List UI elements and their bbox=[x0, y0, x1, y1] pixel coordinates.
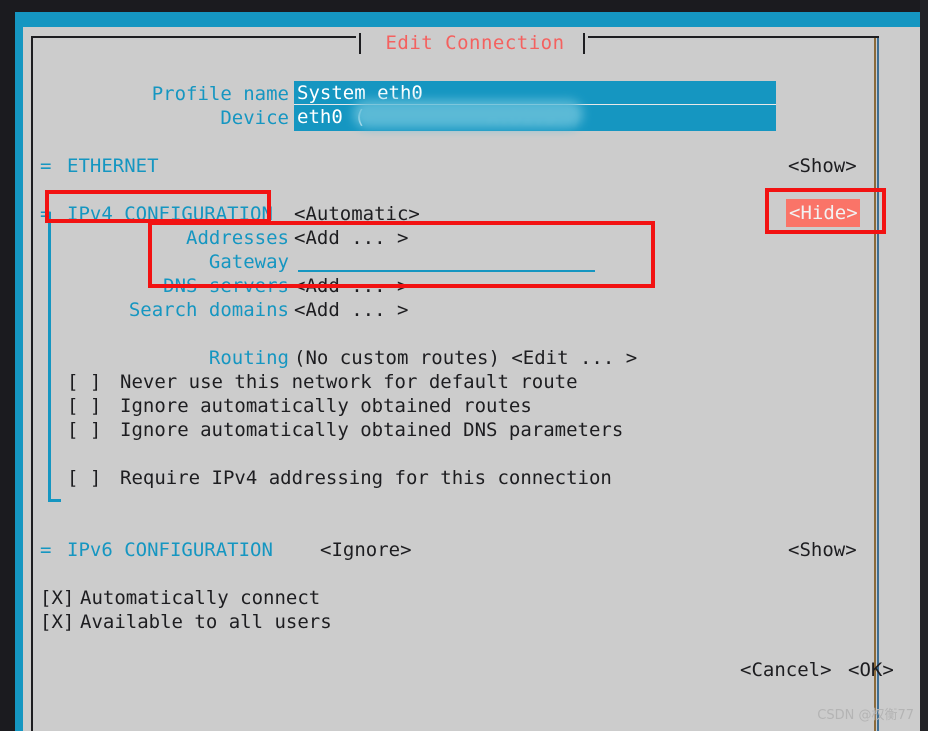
ethernet-show-toggle[interactable]: <Show> bbox=[788, 154, 857, 178]
checkbox-never-default-route-label[interactable]: Never use this network for default route bbox=[120, 370, 578, 394]
search-domains-label: Search domains bbox=[128, 299, 289, 321]
ipv6-show-toggle[interactable]: <Show> bbox=[788, 538, 857, 562]
checkbox-auto-connect-box[interactable]: [X] bbox=[40, 586, 74, 610]
dialog-frame-accent-right bbox=[874, 38, 876, 731]
routing-edit-button[interactable]: (No custom routes) <Edit ... > bbox=[294, 346, 637, 370]
device-blur-overlay bbox=[353, 100, 583, 128]
device-label: Device bbox=[220, 107, 289, 129]
profile-name-label: Profile name bbox=[151, 83, 289, 105]
annotation-box-ipv4-fields bbox=[148, 221, 655, 288]
search-domains-add-button[interactable]: <Add ... > bbox=[294, 298, 408, 322]
terminal-screenshot: Edit Connection Profile name System eth0… bbox=[0, 0, 928, 731]
ipv6-section-marker[interactable]: = bbox=[40, 538, 51, 562]
checkbox-ignore-dns-label[interactable]: Ignore automatically obtained DNS parame… bbox=[120, 418, 623, 442]
ok-button[interactable]: <OK> bbox=[848, 658, 894, 682]
ipv4-section-bracket-foot bbox=[48, 499, 61, 502]
desktop-left-edge bbox=[0, 0, 15, 731]
annotation-box-hide-toggle bbox=[765, 188, 886, 234]
ethernet-section-marker[interactable]: = bbox=[40, 154, 51, 178]
checkbox-ignore-dns-box[interactable]: [ ] bbox=[67, 418, 101, 442]
checkbox-ignore-routes-box[interactable]: [ ] bbox=[67, 394, 101, 418]
routing-label: Routing bbox=[208, 347, 289, 369]
checkbox-auto-connect-label[interactable]: Automatically connect bbox=[80, 586, 320, 610]
desktop-right-edge bbox=[920, 0, 928, 731]
checkbox-ignore-routes-label[interactable]: Ignore automatically obtained routes bbox=[120, 394, 532, 418]
ipv6-method-select[interactable]: <Ignore> bbox=[320, 538, 412, 562]
dialog-title: Edit Connection bbox=[385, 32, 565, 54]
checkbox-require-ipv4-box[interactable]: [ ] bbox=[67, 466, 101, 490]
title-tick-right bbox=[583, 33, 585, 54]
desktop-top-edge bbox=[0, 0, 928, 12]
checkbox-all-users-label[interactable]: Available to all users bbox=[80, 610, 332, 634]
annotation-box-ipv4-configuration bbox=[45, 190, 271, 223]
ipv6-section-label[interactable]: IPv6 CONFIGURATION bbox=[67, 538, 273, 562]
checkbox-all-users-box[interactable]: [X] bbox=[40, 610, 74, 634]
ethernet-section-label[interactable]: ETHERNET bbox=[67, 154, 159, 178]
checkbox-require-ipv4-label[interactable]: Require IPv4 addressing for this connect… bbox=[120, 466, 612, 490]
watermark: CSDN @权衡77 bbox=[817, 708, 914, 723]
checkbox-never-default-route-box[interactable]: [ ] bbox=[67, 370, 101, 394]
title-tick-left bbox=[359, 33, 361, 54]
dialog-frame-accent-right-2 bbox=[877, 38, 879, 731]
cancel-button[interactable]: <Cancel> bbox=[740, 658, 832, 682]
